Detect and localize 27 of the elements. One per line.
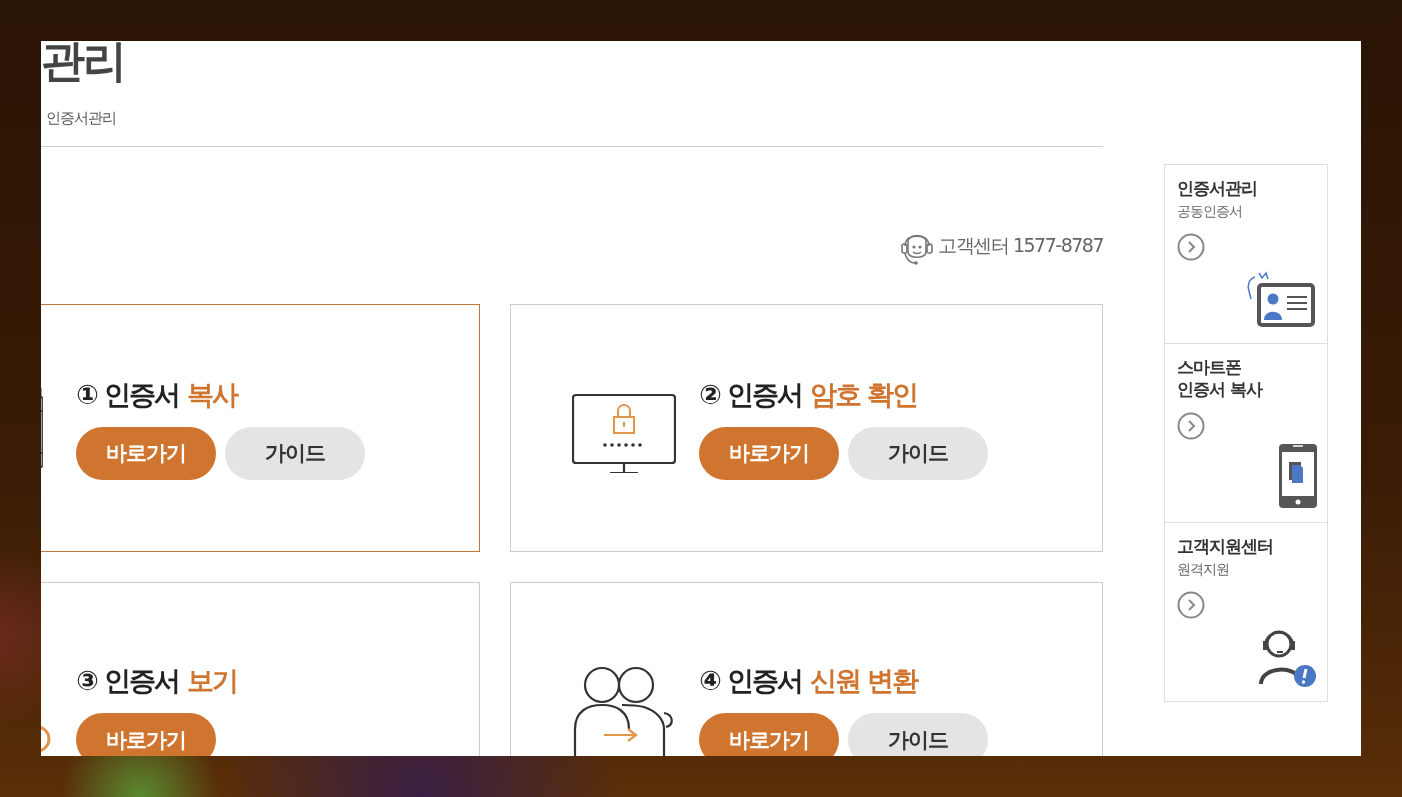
side-menu-box[interactable]: 고객지원센터 원격지원 bbox=[1165, 523, 1327, 702]
page-title: 관리 bbox=[41, 41, 126, 87]
chevron-circle-icon[interactable] bbox=[1177, 591, 1205, 619]
card-title: ④ 인증서 신원 변환 bbox=[699, 664, 919, 698]
service-card[interactable]: ③ 인증서 보기 바로가기 bbox=[41, 582, 480, 756]
card-title: ② 인증서 암호 확인 bbox=[699, 377, 919, 412]
service-card[interactable]: ① 인증서 복사 바로가기 가이드 bbox=[41, 304, 480, 552]
side-menu-title: 인증서관리 bbox=[1177, 177, 1258, 199]
side-menu-title: 고객지원센터 bbox=[1177, 535, 1274, 557]
breadcrumb[interactable]: 인증서관리 bbox=[46, 109, 1103, 128]
guide-button[interactable]: 가이드 bbox=[848, 713, 988, 756]
side-menu-box[interactable]: 인증서관리 공동인증서 bbox=[1165, 165, 1327, 344]
side-menu-box[interactable]: 스마트폰 인증서 복사 bbox=[1165, 344, 1327, 523]
chevron-circle-icon[interactable] bbox=[1177, 412, 1205, 440]
id-card-icon bbox=[1245, 269, 1317, 329]
guide-button[interactable]: 가이드 bbox=[225, 426, 365, 480]
side-menu-title: 스마트폰 인증서 복사 bbox=[1177, 356, 1264, 400]
service-card[interactable]: ④ 인증서 신원 변환 바로가기 가이드 bbox=[510, 582, 1103, 756]
chevron-circle-icon[interactable] bbox=[1177, 233, 1205, 261]
guide-button[interactable]: 가이드 bbox=[848, 426, 988, 480]
customer-center-phone: 고객센터 1577-8787 bbox=[938, 233, 1103, 258]
side-menu-subtitle: 원격지원 bbox=[1177, 561, 1230, 579]
side-menu-subtitle: 공동인증서 bbox=[1177, 203, 1243, 221]
service-card[interactable]: ② 인증서 암호 확인 바로가기 가이드 bbox=[510, 304, 1103, 552]
smartphone-icon bbox=[1279, 444, 1317, 508]
card-title: ③ 인증서 보기 bbox=[76, 664, 237, 698]
card-title: ① 인증서 복사 bbox=[76, 377, 239, 412]
